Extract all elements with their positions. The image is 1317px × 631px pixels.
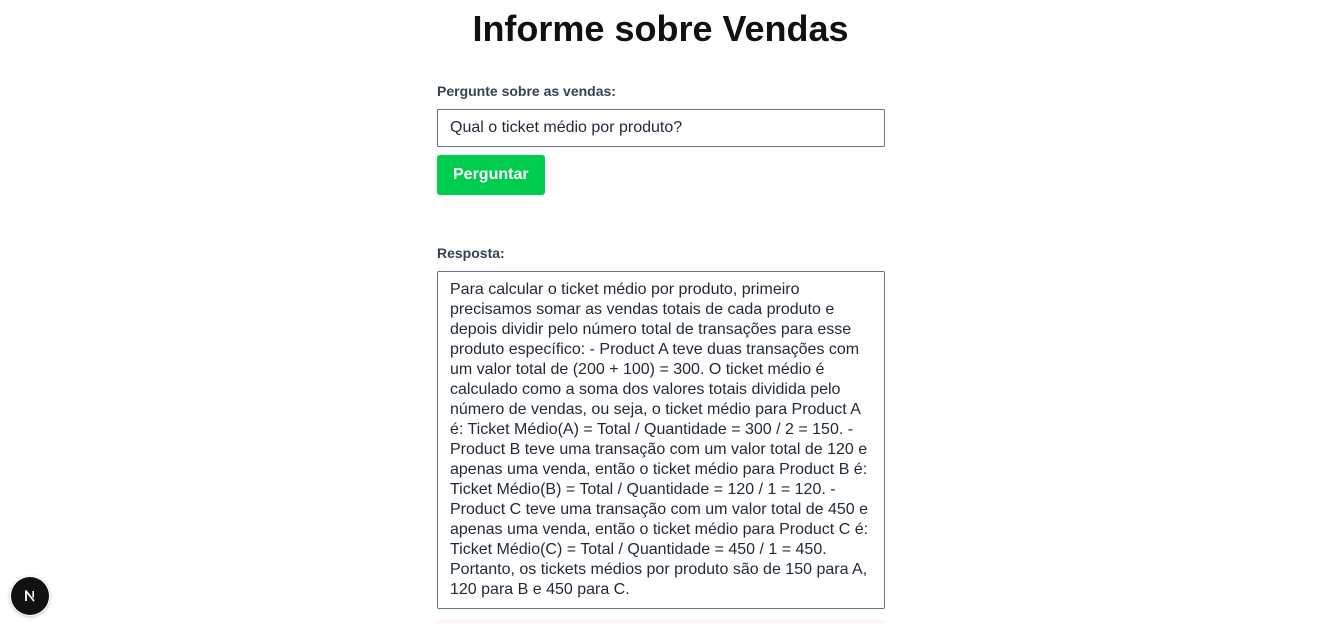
nextjs-logo-icon [25,590,35,602]
question-input[interactable] [437,109,885,147]
question-form: Pergunte sobre as vendas: Perguntar [437,82,885,195]
page: Informe sobre Vendas Pergunte sobre as v… [0,0,1317,631]
ask-button[interactable]: Perguntar [437,155,545,195]
answer-textarea[interactable]: Para calcular o ticket médio por produto… [437,271,885,609]
answer-label: Resposta: [437,245,505,261]
nextjs-dev-indicator[interactable] [11,577,49,615]
answer-shadow [437,620,885,626]
question-label: Pergunte sobre as vendas: [437,83,616,99]
answer-section: Resposta: Para calcular o ticket médio p… [437,244,885,609]
page-title: Informe sobre Vendas [472,8,849,49]
